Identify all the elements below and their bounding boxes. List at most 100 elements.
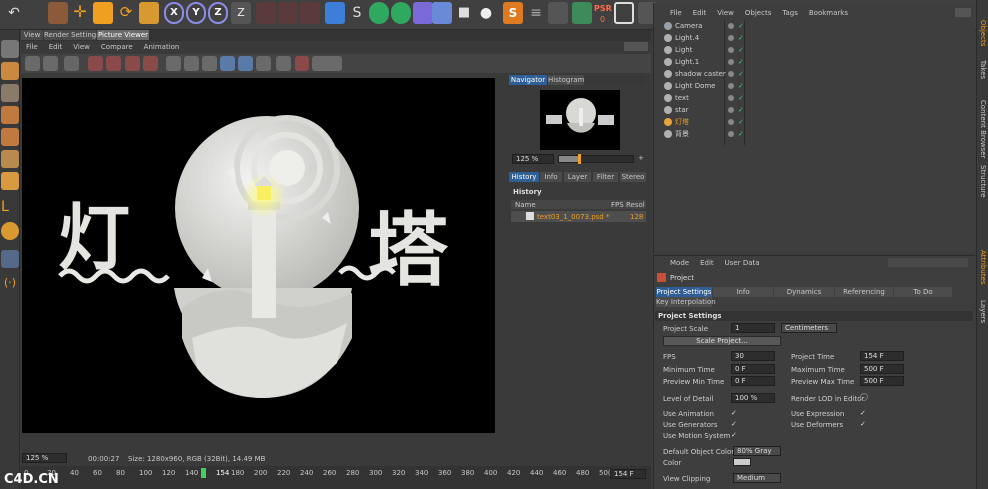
preview-min-field[interactable]: 0 F	[731, 376, 775, 386]
attr-tab-referencing[interactable]: Referencing	[835, 287, 893, 297]
y-axis-button[interactable]: Y	[186, 2, 206, 24]
attr-tab-key-interpolation[interactable]: Key Interpolation	[656, 297, 716, 307]
tab-render-settings[interactable]: Render Settings	[44, 30, 100, 40]
attr-menu-edit[interactable]: Edit	[700, 259, 714, 267]
viewer-menu-file[interactable]: File	[26, 43, 38, 51]
object-enabled-check[interactable]: ✓	[738, 22, 744, 31]
save-file-icon[interactable]	[43, 56, 58, 71]
render-lod-checkbox[interactable]	[860, 393, 868, 401]
object-visibility-dots[interactable]	[728, 107, 734, 113]
attr-tab-project-settings[interactable]: Project Settings	[656, 287, 712, 297]
project-scale-unit-select[interactable]: Centimeters	[781, 323, 837, 333]
side-tab-attributes[interactable]: Attributes	[978, 250, 987, 285]
nurbs-icon[interactable]	[369, 2, 389, 24]
navigator-zoom-field[interactable]: 125 %	[512, 154, 554, 164]
use-motion-checkbox[interactable]: ✓	[731, 431, 739, 439]
object-visibility-dots[interactable]	[728, 83, 734, 89]
status-zoom-field[interactable]: 125 %	[22, 453, 67, 463]
object-row[interactable]: star ✓	[656, 105, 974, 116]
viewer-menu-edit[interactable]: Edit	[49, 43, 63, 51]
magnet-icon[interactable]	[1, 222, 19, 240]
scale-button[interactable]	[93, 2, 113, 24]
red-marker-icon[interactable]	[295, 56, 309, 71]
stop-render-icon[interactable]	[64, 56, 79, 71]
render-region-icon[interactable]	[88, 56, 103, 71]
object-row[interactable]: Light.1 ✓	[656, 57, 974, 68]
attr-tab-to-do[interactable]: To Do	[894, 287, 952, 297]
stereo-icon[interactable]	[312, 56, 342, 71]
tab-navigator[interactable]: Navigator	[509, 75, 547, 85]
tab-info[interactable]: Info	[540, 172, 562, 182]
object-visibility-dots[interactable]	[728, 119, 734, 125]
snapping-icon[interactable]: S	[503, 2, 523, 24]
viewer-menu-compare[interactable]: Compare	[101, 43, 133, 51]
om-menu-bookmarks[interactable]: Bookmarks	[809, 9, 848, 17]
x-axis-button[interactable]: X	[164, 2, 184, 24]
workplane-icon[interactable]: ≡	[526, 2, 546, 24]
tab-layer[interactable]: Layer	[564, 172, 591, 182]
edit-mode-icon[interactable]	[1, 40, 19, 58]
default-color-select[interactable]: 80% Gray	[733, 446, 781, 456]
render-image[interactable]: 灯 塔	[22, 78, 495, 433]
locked-icon[interactable]: (·)	[1, 274, 19, 292]
model-mode-icon[interactable]	[1, 62, 19, 80]
rotate-button[interactable]: ⟳	[116, 2, 136, 24]
min-time-field[interactable]: 0 F	[731, 364, 775, 374]
grid-mode-icon[interactable]	[1, 250, 19, 268]
object-enabled-check[interactable]: ✓	[738, 106, 744, 115]
viewer-window-controls[interactable]	[624, 42, 648, 51]
grid-icon[interactable]	[548, 2, 568, 24]
attr-tab-dynamics[interactable]: Dynamics	[774, 287, 834, 297]
object-visibility-dots[interactable]	[728, 71, 734, 77]
split-view-icon[interactable]	[202, 56, 217, 71]
layer-icon[interactable]	[143, 56, 158, 71]
object-enabled-check[interactable]: ✓	[738, 130, 744, 139]
preview-max-field[interactable]: 500 F	[860, 376, 904, 386]
layout-icon[interactable]	[572, 2, 592, 24]
side-tab-layers[interactable]: Layers	[978, 300, 987, 323]
workplane-mode-icon[interactable]: L	[1, 198, 19, 216]
render-settings-button[interactable]	[300, 2, 320, 24]
tab-filter[interactable]: Filter	[593, 172, 618, 182]
object-row[interactable]: Light Dome ✓	[656, 81, 974, 92]
z-axis-button[interactable]: Z	[208, 2, 228, 24]
pv-toggle-icon[interactable]	[614, 2, 634, 24]
cube-icon[interactable]	[325, 2, 345, 24]
use-generators-checkbox[interactable]: ✓	[731, 420, 739, 428]
object-row[interactable]: Light.4 ✓	[656, 33, 974, 44]
ab-a-icon[interactable]	[166, 56, 181, 71]
object-enabled-check[interactable]: ✓	[738, 118, 744, 127]
om-menu-tags[interactable]: Tags	[782, 9, 798, 17]
object-visibility-dots[interactable]	[728, 23, 734, 29]
lod-field[interactable]: 100 %	[731, 393, 775, 403]
split-horizontal-icon[interactable]	[220, 56, 235, 71]
polygons-mode-icon[interactable]	[1, 150, 19, 168]
last-tool-button[interactable]	[139, 2, 159, 24]
camera-icon[interactable]: ■	[454, 2, 474, 24]
open-file-icon[interactable]	[25, 56, 40, 71]
axis-mode-icon[interactable]	[1, 172, 19, 190]
object-row[interactable]: 灯塔 ✓	[656, 117, 974, 128]
navigator-plus-button[interactable]: +	[638, 154, 644, 163]
object-enabled-check[interactable]: ✓	[738, 58, 744, 67]
tab-histogram[interactable]: Histogram	[548, 75, 584, 85]
side-tab-structure[interactable]: Structure	[978, 165, 987, 198]
points-mode-icon[interactable]	[1, 106, 19, 124]
object-visibility-dots[interactable]	[728, 95, 734, 101]
timeline-current-marker[interactable]	[201, 468, 206, 478]
wave-icon[interactable]	[276, 56, 291, 71]
use-deformers-checkbox[interactable]: ✓	[860, 420, 868, 428]
undo-icon[interactable]: ↶	[4, 2, 24, 24]
object-enabled-check[interactable]: ✓	[738, 46, 744, 55]
edges-mode-icon[interactable]	[1, 128, 19, 146]
object-row[interactable]: shadow caster ✓	[656, 69, 974, 80]
use-animation-checkbox[interactable]: ✓	[731, 409, 739, 417]
tab-view[interactable]: View	[21, 30, 43, 40]
use-expression-checkbox[interactable]: ✓	[860, 409, 868, 417]
attr-menu-user-data[interactable]: User Data	[725, 259, 760, 267]
om-menu-objects[interactable]: Objects	[745, 9, 771, 17]
texture-mode-icon[interactable]	[1, 84, 19, 102]
project-scale-field[interactable]: 1	[731, 323, 775, 333]
render-view-button[interactable]	[256, 2, 276, 24]
attr-menu-mode[interactable]: Mode	[670, 259, 689, 267]
